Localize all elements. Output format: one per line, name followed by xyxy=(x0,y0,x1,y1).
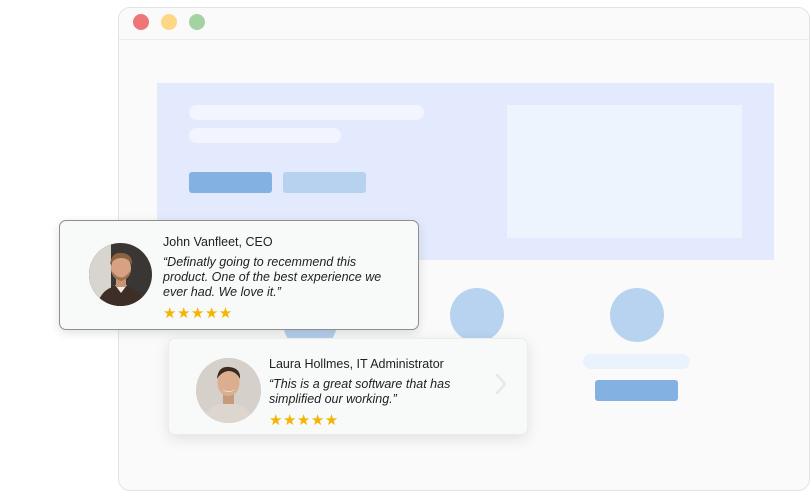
chevron-right-icon[interactable] xyxy=(487,369,515,399)
hero-heading-placeholder xyxy=(189,105,424,120)
maximize-window-button[interactable] xyxy=(189,14,205,30)
avatar xyxy=(196,358,261,423)
avatar xyxy=(89,243,152,306)
star-rating: ★★★★★ xyxy=(269,412,339,429)
testimonial-card: John Vanfleet, CEO “Definatly going to r… xyxy=(59,220,419,330)
hero-primary-button[interactable] xyxy=(189,172,272,193)
feature-icon-placeholder xyxy=(450,288,504,342)
window-titlebar xyxy=(119,8,809,40)
avatar-portrait xyxy=(196,358,261,423)
feature-icon-placeholder xyxy=(610,288,664,342)
testimonial-card: Laura Hollmes, IT Administrator “This is… xyxy=(168,338,528,435)
star-rating: ★★★★★ xyxy=(163,305,233,322)
reviewer-name: Laura Hollmes, IT Administrator xyxy=(269,357,444,371)
review-quote: “This is a great software that has simpl… xyxy=(269,377,451,406)
close-window-button[interactable] xyxy=(133,14,149,30)
minimize-window-button[interactable] xyxy=(161,14,177,30)
feature-button[interactable] xyxy=(595,380,678,401)
review-quote: “Definatly going to recemmend this produ… xyxy=(163,255,382,299)
feature-text-placeholder xyxy=(583,354,690,369)
hero-secondary-button[interactable] xyxy=(283,172,366,193)
avatar-portrait xyxy=(89,243,152,306)
reviewer-name: John Vanfleet, CEO xyxy=(163,235,273,249)
hero-subheading-placeholder xyxy=(189,128,341,143)
hero-image-placeholder xyxy=(507,105,742,238)
